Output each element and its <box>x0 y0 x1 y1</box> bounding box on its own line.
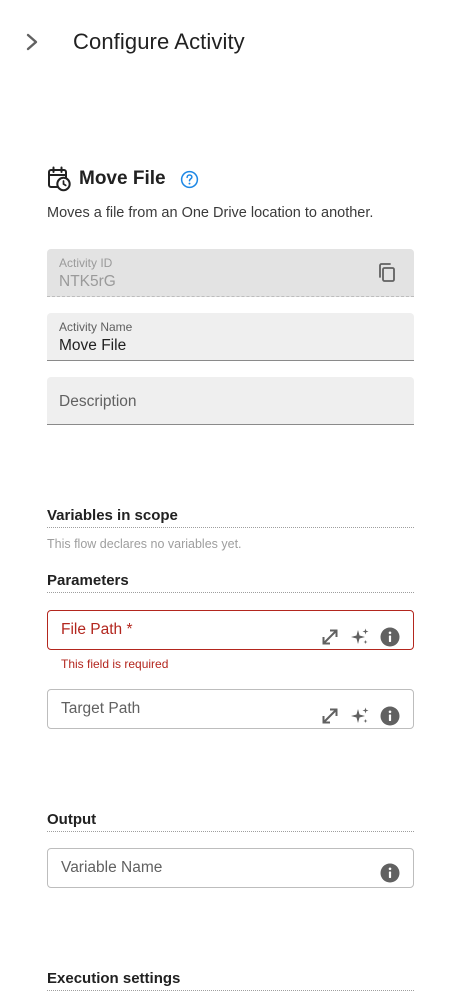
activity-header: Move File <box>47 165 199 193</box>
panel-header: Configure Activity <box>0 0 470 84</box>
page-title: Configure Activity <box>73 29 245 54</box>
target-path-field[interactable]: Target Path <box>47 689 414 729</box>
help-circle-icon[interactable] <box>180 170 199 189</box>
variables-empty-note: This flow declares no variables yet. <box>47 537 242 551</box>
expand-icon[interactable] <box>320 706 340 726</box>
activity-name-field[interactable]: Activity Name Move File <box>47 313 414 361</box>
execution-section-title: Execution settings <box>47 970 414 991</box>
activity-name-label: Activity Name <box>59 320 133 334</box>
parameters-section-title: Parameters <box>47 572 414 593</box>
info-icon[interactable] <box>380 627 400 647</box>
file-path-field[interactable]: File Path * <box>47 610 414 650</box>
info-icon[interactable] <box>380 706 400 726</box>
activity-title: Move File <box>79 168 166 189</box>
expand-icon[interactable] <box>320 627 340 647</box>
variables-section-title: Variables in scope <box>47 507 414 528</box>
activity-id-field: Activity ID NTK5rG <box>47 249 414 297</box>
target-path-label: Target Path <box>61 700 141 717</box>
activity-description: Moves a file from an One Drive location … <box>47 205 374 221</box>
file-path-label: File Path * <box>61 621 133 638</box>
variable-name-label: Variable Name <box>61 859 163 876</box>
activity-name-value[interactable]: Move File <box>59 337 126 355</box>
info-icon[interactable] <box>380 863 400 883</box>
sparkle-icon[interactable] <box>350 706 370 726</box>
target-path-actions <box>310 706 400 726</box>
activity-id-label: Activity ID <box>59 256 113 270</box>
description-placeholder: Description <box>59 393 137 410</box>
calendar-clock-icon <box>48 166 71 192</box>
copy-icon[interactable] <box>377 262 397 283</box>
sparkle-icon[interactable] <box>350 627 370 647</box>
variable-name-field[interactable]: Variable Name <box>47 848 414 888</box>
file-path-actions <box>310 627 400 647</box>
file-path-error: This field is required <box>61 657 169 671</box>
variable-name-actions <box>370 863 400 883</box>
chevron-right-icon[interactable] <box>22 30 44 54</box>
output-section-title: Output <box>47 811 414 832</box>
activity-id-value: NTK5rG <box>59 273 116 290</box>
description-field[interactable]: Description <box>47 377 414 425</box>
